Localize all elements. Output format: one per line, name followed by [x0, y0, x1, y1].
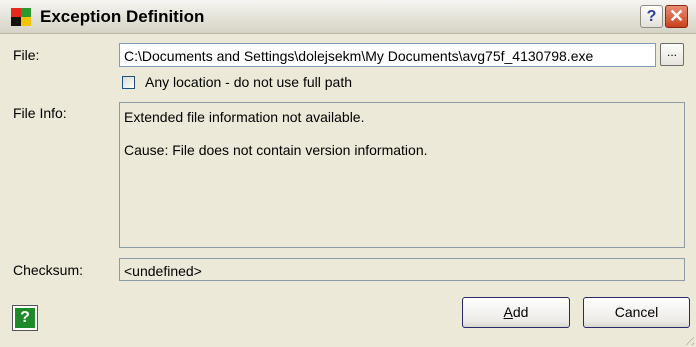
resize-grip-icon[interactable] — [682, 333, 694, 345]
checksum-label: Checksum: — [13, 262, 84, 278]
title-bar[interactable]: Exception Definition ? ✕ — [0, 0, 696, 34]
help-button[interactable]: ? — [12, 305, 38, 331]
close-button[interactable]: ✕ — [665, 5, 688, 28]
checksum-field: <undefined> — [119, 258, 685, 281]
file-info-line: Cause: File does not contain version inf… — [124, 142, 428, 158]
title-help-button[interactable]: ? — [640, 5, 663, 28]
add-button[interactable]: Add — [462, 297, 570, 328]
file-info-line: Extended file information not available. — [124, 109, 365, 125]
file-path-input[interactable]: C:\Documents and Settings\dolejsekm\My D… — [119, 43, 656, 67]
add-label: dd — [512, 304, 529, 320]
any-location-label[interactable]: Any location - do not use full path — [145, 74, 352, 90]
cancel-button[interactable]: Cancel — [583, 297, 690, 328]
help-icon: ? — [15, 308, 35, 328]
browse-button[interactable]: ... — [660, 43, 684, 66]
file-info-label: File Info: — [13, 105, 67, 121]
add-accelerator: A — [503, 304, 513, 320]
any-location-checkbox[interactable] — [122, 76, 135, 89]
file-info-box: Extended file information not available.… — [119, 102, 685, 248]
window-title: Exception Definition — [40, 7, 205, 26]
app-logo-icon — [11, 8, 31, 27]
file-label: File: — [13, 47, 40, 63]
